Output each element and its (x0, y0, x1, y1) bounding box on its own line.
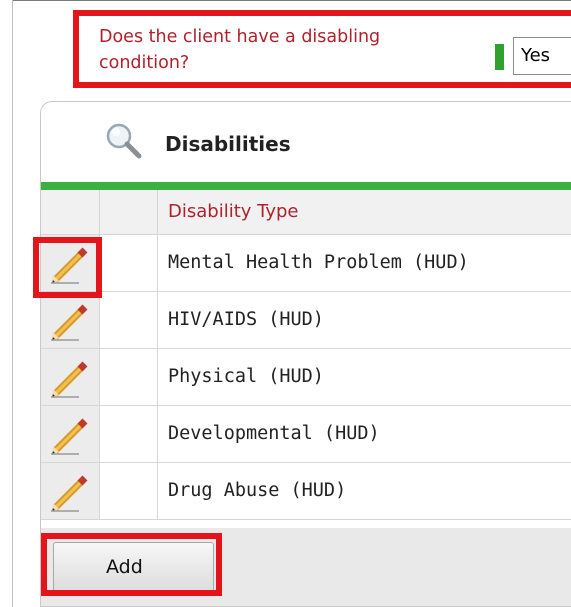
blank-cell (100, 463, 158, 519)
pencil-icon[interactable] (49, 301, 89, 341)
table-header-row: Disability Type (41, 190, 571, 235)
table-row: Drug Abuse (HUD) (41, 463, 571, 520)
header-blank-column (100, 190, 158, 234)
column-header-disability-type[interactable]: Disability Type (158, 190, 298, 234)
disabilities-panel: Disabilities Disability Type Mental Heal… (40, 101, 571, 607)
disabilities-table: Disability Type Mental Health Problem (H… (41, 190, 571, 528)
pencil-icon[interactable] (49, 415, 89, 455)
table-row: Developmental (HUD) (41, 406, 571, 463)
disabling-condition-question-highlight: Does the client have a disabling conditi… (73, 10, 571, 88)
pencil-icon[interactable] (49, 358, 89, 398)
disabling-condition-label: Does the client have a disabling conditi… (99, 27, 381, 73)
left-frame (0, 0, 13, 607)
blank-cell (100, 292, 158, 348)
pencil-icon[interactable] (49, 472, 89, 512)
edit-cell (41, 292, 100, 348)
header-edit-column (41, 190, 100, 234)
table-row: HIV/AIDS (HUD) (41, 292, 571, 349)
search-icon[interactable] (103, 120, 143, 160)
edit-cell (41, 463, 100, 519)
window-top-edge (0, 0, 571, 7)
edit-cell (41, 406, 100, 462)
blank-cell (100, 406, 158, 462)
disability-type-cell: Drug Abuse (HUD) (168, 480, 347, 501)
disability-type-cell: Mental Health Problem (HUD) (168, 252, 469, 273)
panel-title: Disabilities (165, 132, 291, 156)
blank-cell (100, 349, 158, 405)
disabling-condition-select[interactable]: Yes (513, 37, 571, 75)
edit-pencil-highlight (33, 237, 102, 298)
table-row: Mental Health Problem (HUD) (41, 235, 571, 292)
required-indicator (495, 44, 504, 70)
edit-cell (41, 349, 100, 405)
disability-type-cell: HIV/AIDS (HUD) (168, 309, 324, 330)
header-accent-bar (41, 182, 571, 190)
panel-header: Disabilities (41, 102, 571, 182)
table-row: Physical (HUD) (41, 349, 571, 406)
disability-type-cell: Physical (HUD) (168, 366, 324, 387)
blank-cell (100, 235, 158, 291)
disability-type-cell: Developmental (HUD) (168, 423, 380, 444)
add-button-highlight (41, 533, 222, 596)
